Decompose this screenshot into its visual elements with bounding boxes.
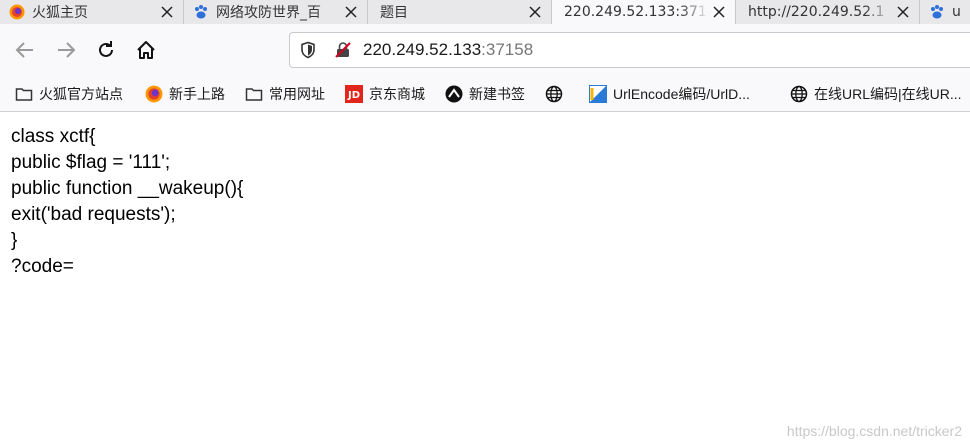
bookmark-globe-icon bbox=[445, 85, 463, 103]
jd-icon: JD bbox=[345, 85, 363, 103]
home-button[interactable] bbox=[131, 35, 161, 65]
tab-title: 题目 bbox=[380, 5, 408, 21]
bookmark-getting-started[interactable]: 新手上路 bbox=[145, 83, 225, 105]
tab-firefox-home[interactable]: 火狐主页 bbox=[0, 0, 184, 24]
tab-title: 网络攻防世界_百 bbox=[216, 5, 321, 21]
tab-wangluo[interactable]: 网络攻防世界_百 bbox=[184, 0, 368, 24]
globe-icon bbox=[545, 85, 563, 103]
globe-icon bbox=[790, 85, 808, 103]
close-icon[interactable] bbox=[525, 2, 545, 22]
code-line: public function __wakeup(){ bbox=[11, 178, 244, 199]
bookmark-online-url-encode[interactable]: 在线URL编码|在线UR... bbox=[790, 83, 962, 105]
bookmark-label: 在线URL编码|在线UR... bbox=[814, 86, 962, 102]
bookmark-urlencode[interactable]: UrlEncode编码/UrlD... bbox=[589, 83, 750, 105]
bookmark-label: UrlEncode编码/UrlD... bbox=[613, 86, 750, 102]
code-line: public $flag = '111'; bbox=[11, 152, 171, 173]
bookmark-label: 常用网址 bbox=[269, 86, 325, 102]
tab-title: 220.249.52.133:3715 bbox=[564, 4, 709, 20]
url-port: :37158 bbox=[481, 40, 534, 59]
navigation-toolbar: 220.249.52.133:37158 bbox=[0, 24, 970, 76]
bookmark-jd[interactable]: JD 京东商城 bbox=[345, 83, 425, 105]
baidu-paw-icon bbox=[929, 4, 945, 20]
code-line: ?code= bbox=[11, 256, 74, 277]
bookmarks-toolbar: 火狐官方站点 新手上路 常用网址 JD 京东商城 新建书签 UrlEncode编… bbox=[0, 76, 970, 112]
back-button[interactable] bbox=[10, 35, 40, 65]
insecure-lock-icon[interactable] bbox=[334, 41, 352, 59]
watermark: https://blog.csdn.net/tricker2 bbox=[786, 423, 962, 439]
reload-icon bbox=[99, 41, 113, 57]
firefox-icon bbox=[145, 85, 163, 103]
tab-title: 火狐主页 bbox=[32, 5, 88, 21]
url-host: 220.249.52.133 bbox=[363, 40, 482, 59]
bookmark-folder-firefox-official[interactable]: 火狐官方站点 bbox=[15, 83, 123, 105]
baidu-paw-icon bbox=[193, 4, 209, 20]
address-bar[interactable]: 220.249.52.133:37158 bbox=[289, 32, 970, 68]
firefox-icon bbox=[9, 4, 25, 20]
bookmark-folder-common-sites[interactable]: 常用网址 bbox=[245, 83, 325, 105]
close-icon[interactable] bbox=[709, 2, 729, 22]
code-line: } bbox=[11, 230, 18, 251]
tab-title: http://220.249.52.1 bbox=[748, 4, 885, 20]
url-text[interactable]: 220.249.52.133:37158 bbox=[363, 40, 533, 60]
svg-text:JD: JD bbox=[347, 90, 360, 101]
home-icon bbox=[137, 41, 155, 59]
folder-icon bbox=[245, 85, 263, 103]
tab-strip: 火狐主页 网络攻防世界_百 题目 220.249.52.133:3715 htt… bbox=[0, 0, 970, 24]
bookmark-label: 新建书签 bbox=[469, 86, 525, 102]
reload-button[interactable] bbox=[91, 35, 121, 65]
tracking-shield-icon[interactable] bbox=[299, 41, 317, 59]
close-icon[interactable] bbox=[893, 2, 913, 22]
page-source-text: class xctf{ public $flag = '111'; public… bbox=[11, 124, 243, 280]
urlencode-icon bbox=[589, 85, 607, 103]
code-line: class xctf{ bbox=[11, 126, 96, 147]
forward-button[interactable] bbox=[51, 35, 81, 65]
code-line: exit('bad requests'); bbox=[11, 204, 176, 225]
close-icon[interactable] bbox=[341, 2, 361, 22]
tab-active-site[interactable]: 220.249.52.133:3715 bbox=[552, 0, 736, 24]
tab-timu[interactable]: 题目 bbox=[368, 0, 552, 24]
back-arrow-icon bbox=[15, 42, 33, 58]
bookmark-untitled[interactable] bbox=[545, 83, 569, 105]
forward-arrow-icon bbox=[58, 42, 76, 58]
bookmark-new[interactable]: 新建书签 bbox=[445, 83, 525, 105]
bookmark-label: 京东商城 bbox=[369, 86, 425, 102]
bookmark-label: 新手上路 bbox=[169, 86, 225, 102]
tab-http-site[interactable]: http://220.249.52.1 bbox=[736, 0, 920, 24]
tab-title: u bbox=[952, 4, 961, 20]
bookmark-label: 火狐官方站点 bbox=[39, 86, 123, 102]
folder-icon bbox=[15, 85, 33, 103]
close-icon[interactable] bbox=[157, 2, 177, 22]
tab-partial[interactable]: u bbox=[920, 0, 970, 24]
